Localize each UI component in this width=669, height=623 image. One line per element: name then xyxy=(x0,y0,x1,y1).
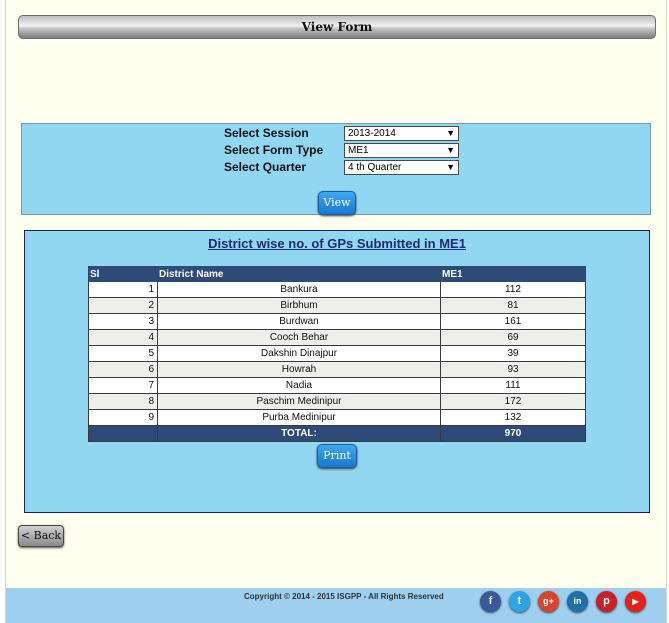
column-header-me1: ME1 xyxy=(440,266,586,282)
table-header-row: Sl District Name ME1 xyxy=(88,266,586,282)
youtube-icon[interactable]: ▶ xyxy=(625,591,646,612)
district-link[interactable]: Purba Medinipur xyxy=(157,409,441,426)
session-label: Select Session xyxy=(224,126,309,140)
report-panel: District wise no. of GPs Submitted in ME… xyxy=(24,230,650,513)
column-header-district: District Name xyxy=(157,266,441,282)
session-select-value: 2013-2014 xyxy=(348,128,396,139)
sl-cell: 9 xyxy=(88,409,158,426)
chevron-down-icon: ▼ xyxy=(446,128,455,138)
quarter-select-value: 4 th Quarter xyxy=(348,162,402,173)
value-cell: 172 xyxy=(440,393,586,410)
page-container: View Form Select Session 2013-2014 ▼ Sel… xyxy=(5,0,667,623)
google-plus-icon[interactable]: g+ xyxy=(538,591,559,612)
table-row: 4 Cooch Behar 69 xyxy=(88,329,586,346)
copyright-text: Copyright © 2014 - 2015 ISGPP - All Righ… xyxy=(244,592,444,601)
chevron-down-icon: ▼ xyxy=(446,162,455,172)
table-row: 8 Paschim Medinipur 172 xyxy=(88,393,586,410)
table-row: 5 Dakshin Dinajpur 39 xyxy=(88,345,586,362)
district-link[interactable]: Nadia xyxy=(157,377,441,394)
twitter-icon[interactable]: t xyxy=(509,591,530,612)
facebook-icon[interactable]: f xyxy=(480,591,501,612)
value-cell: 132 xyxy=(440,409,586,426)
total-value: 970 xyxy=(440,425,586,442)
district-link[interactable]: Cooch Behar xyxy=(157,329,441,346)
sl-cell: 5 xyxy=(88,345,158,362)
page-title-bar: View Form xyxy=(18,15,656,39)
back-button[interactable]: < Back xyxy=(18,525,64,547)
sl-cell: 4 xyxy=(88,329,158,346)
quarter-label: Select Quarter xyxy=(224,160,307,174)
sl-cell: 1 xyxy=(88,281,158,298)
value-cell: 93 xyxy=(440,361,586,378)
form-type-select[interactable]: ME1 ▼ xyxy=(344,143,459,158)
total-blank-cell xyxy=(88,425,158,442)
form-type-select-value: ME1 xyxy=(348,145,369,156)
report-table: Sl District Name ME1 1 Bankura 112 2 Bir… xyxy=(88,266,586,442)
print-button[interactable]: Print xyxy=(317,444,357,468)
filter-panel: Select Session 2013-2014 ▼ Select Form T… xyxy=(21,123,651,215)
sl-cell: 6 xyxy=(88,361,158,378)
table-row: 2 Birbhum 81 xyxy=(88,297,586,314)
value-cell: 161 xyxy=(440,313,586,330)
value-cell: 81 xyxy=(440,297,586,314)
district-link[interactable]: Bankura xyxy=(157,281,441,298)
value-cell: 112 xyxy=(440,281,586,298)
chevron-down-icon: ▼ xyxy=(446,145,455,155)
value-cell: 69 xyxy=(440,329,586,346)
table-row: 9 Purba Medinipur 132 xyxy=(88,409,586,426)
view-button[interactable]: View xyxy=(318,191,356,215)
sl-cell: 7 xyxy=(88,377,158,394)
value-cell: 111 xyxy=(440,377,586,394)
table-row: 6 Howrah 93 xyxy=(88,361,586,378)
linkedin-icon[interactable]: in xyxy=(567,591,588,612)
district-link[interactable]: Burdwan xyxy=(157,313,441,330)
footer: Copyright © 2014 - 2015 ISGPP - All Righ… xyxy=(6,588,666,623)
column-header-sl: Sl xyxy=(88,266,158,282)
quarter-select[interactable]: 4 th Quarter ▼ xyxy=(344,160,459,175)
sl-cell: 8 xyxy=(88,393,158,410)
value-cell: 39 xyxy=(440,345,586,362)
district-link[interactable]: Howrah xyxy=(157,361,441,378)
total-label: TOTAL: xyxy=(157,425,441,442)
sl-cell: 2 xyxy=(88,297,158,314)
page-title: View Form xyxy=(301,20,373,34)
table-row: 7 Nadia 111 xyxy=(88,377,586,394)
report-title: District wise no. of GPs Submitted in ME… xyxy=(208,236,466,251)
session-select[interactable]: 2013-2014 ▼ xyxy=(344,126,459,141)
table-row: 3 Burdwan 161 xyxy=(88,313,586,330)
district-link[interactable]: Birbhum xyxy=(157,297,441,314)
district-link[interactable]: Dakshin Dinajpur xyxy=(157,345,441,362)
table-row: 1 Bankura 112 xyxy=(88,281,586,298)
form-type-label: Select Form Type xyxy=(224,143,324,157)
total-row: TOTAL: 970 xyxy=(88,425,586,442)
district-link[interactable]: Paschim Medinipur xyxy=(157,393,441,410)
pinterest-icon[interactable]: p xyxy=(596,591,617,612)
sl-cell: 3 xyxy=(88,313,158,330)
